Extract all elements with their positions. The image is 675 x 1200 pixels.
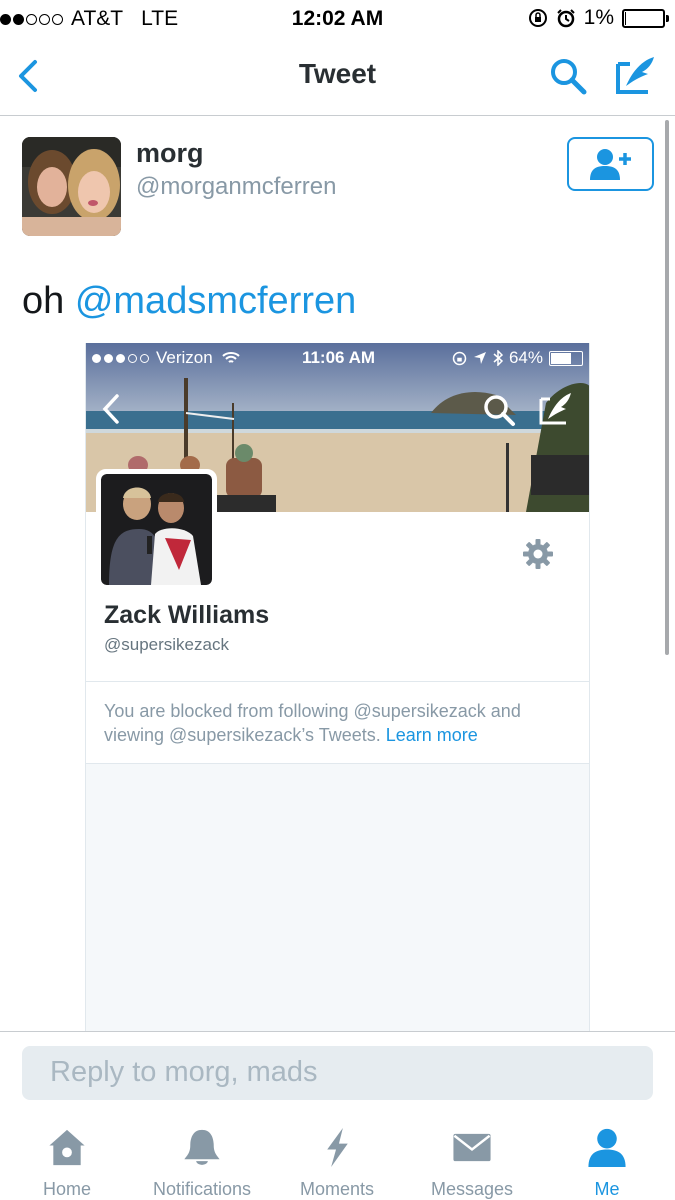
tab-messages[interactable]: Messages [422, 1114, 522, 1200]
embedded-blocked-notice: You are blocked from following @supersik… [86, 682, 589, 764]
tab-messages-label: Messages [430, 1179, 514, 1199]
tab-home[interactable]: Home [22, 1114, 112, 1200]
tab-moments[interactable]: Moments [287, 1114, 387, 1200]
tab-home-label: Home [42, 1179, 91, 1199]
tab-notifications-label: Notifications [152, 1179, 252, 1199]
status-bar: AT&T LTE 12:02 AM 1% [0, 0, 675, 38]
status-right: 1% [528, 6, 669, 30]
learn-more-link: Learn more [385, 725, 478, 745]
gear-icon [523, 539, 553, 569]
tweet-media-image[interactable]: Verizon 11:06 AM 64% Zack Williams @supe… [85, 343, 590, 1033]
person-icon [588, 1128, 626, 1168]
author-avatar[interactable] [22, 137, 121, 236]
author-avatar-photo [22, 137, 121, 236]
location-arrow-icon [473, 352, 486, 364]
embedded-battery-percent: 64% [508, 348, 543, 367]
scrollbar[interactable] [665, 120, 669, 655]
compose-tweet-icon[interactable] [614, 54, 658, 96]
envelope-icon [453, 1133, 491, 1162]
follow-user-icon [589, 149, 631, 180]
embedded-profile-avatar [96, 469, 217, 590]
author-display-name[interactable]: morg [136, 138, 204, 169]
chevron-left-icon [102, 394, 119, 424]
embedded-status-right: 64% [452, 348, 583, 368]
search-icon [484, 395, 515, 426]
lightning-icon [327, 1127, 348, 1168]
search-icon[interactable] [548, 56, 588, 96]
nav-bar: Tweet [0, 38, 675, 116]
bell-icon [184, 1129, 220, 1165]
rotation-lock-icon [452, 351, 467, 365]
tweet-mention-link[interactable]: @madsmcferren [75, 280, 356, 322]
tab-me-label: Me [594, 1179, 620, 1199]
embedded-status-bar: Verizon 11:06 AM 64% [86, 343, 589, 373]
tab-bar: Home Notifications Moments Messages Me [0, 1114, 675, 1200]
follow-button[interactable] [567, 137, 654, 191]
alarm-icon [556, 9, 575, 28]
tab-moments-label: Moments [299, 1179, 375, 1199]
tweet-text-prefix: oh [22, 280, 75, 322]
embedded-profile-handle: @supersikezack [104, 635, 229, 654]
tweet-text: oh @madsmcferren [22, 280, 356, 323]
author-handle[interactable]: @morganmcferren [136, 173, 336, 201]
rotation-lock-icon [528, 9, 547, 27]
tab-notifications[interactable]: Notifications [142, 1114, 262, 1200]
compose-tweet-icon [539, 393, 571, 425]
reply-bar: Reply to morg, mads [0, 1031, 675, 1114]
battery-percent: 1% [583, 6, 614, 29]
battery-icon [622, 8, 669, 28]
reply-input[interactable]: Reply to morg, mads [22, 1046, 653, 1100]
embedded-profile-name: Zack Williams [104, 601, 270, 629]
tab-me[interactable]: Me [572, 1114, 642, 1200]
bluetooth-icon [493, 350, 503, 366]
embedded-battery-icon [549, 350, 583, 366]
home-icon [49, 1129, 85, 1166]
embedded-avatar-photo [101, 474, 212, 585]
